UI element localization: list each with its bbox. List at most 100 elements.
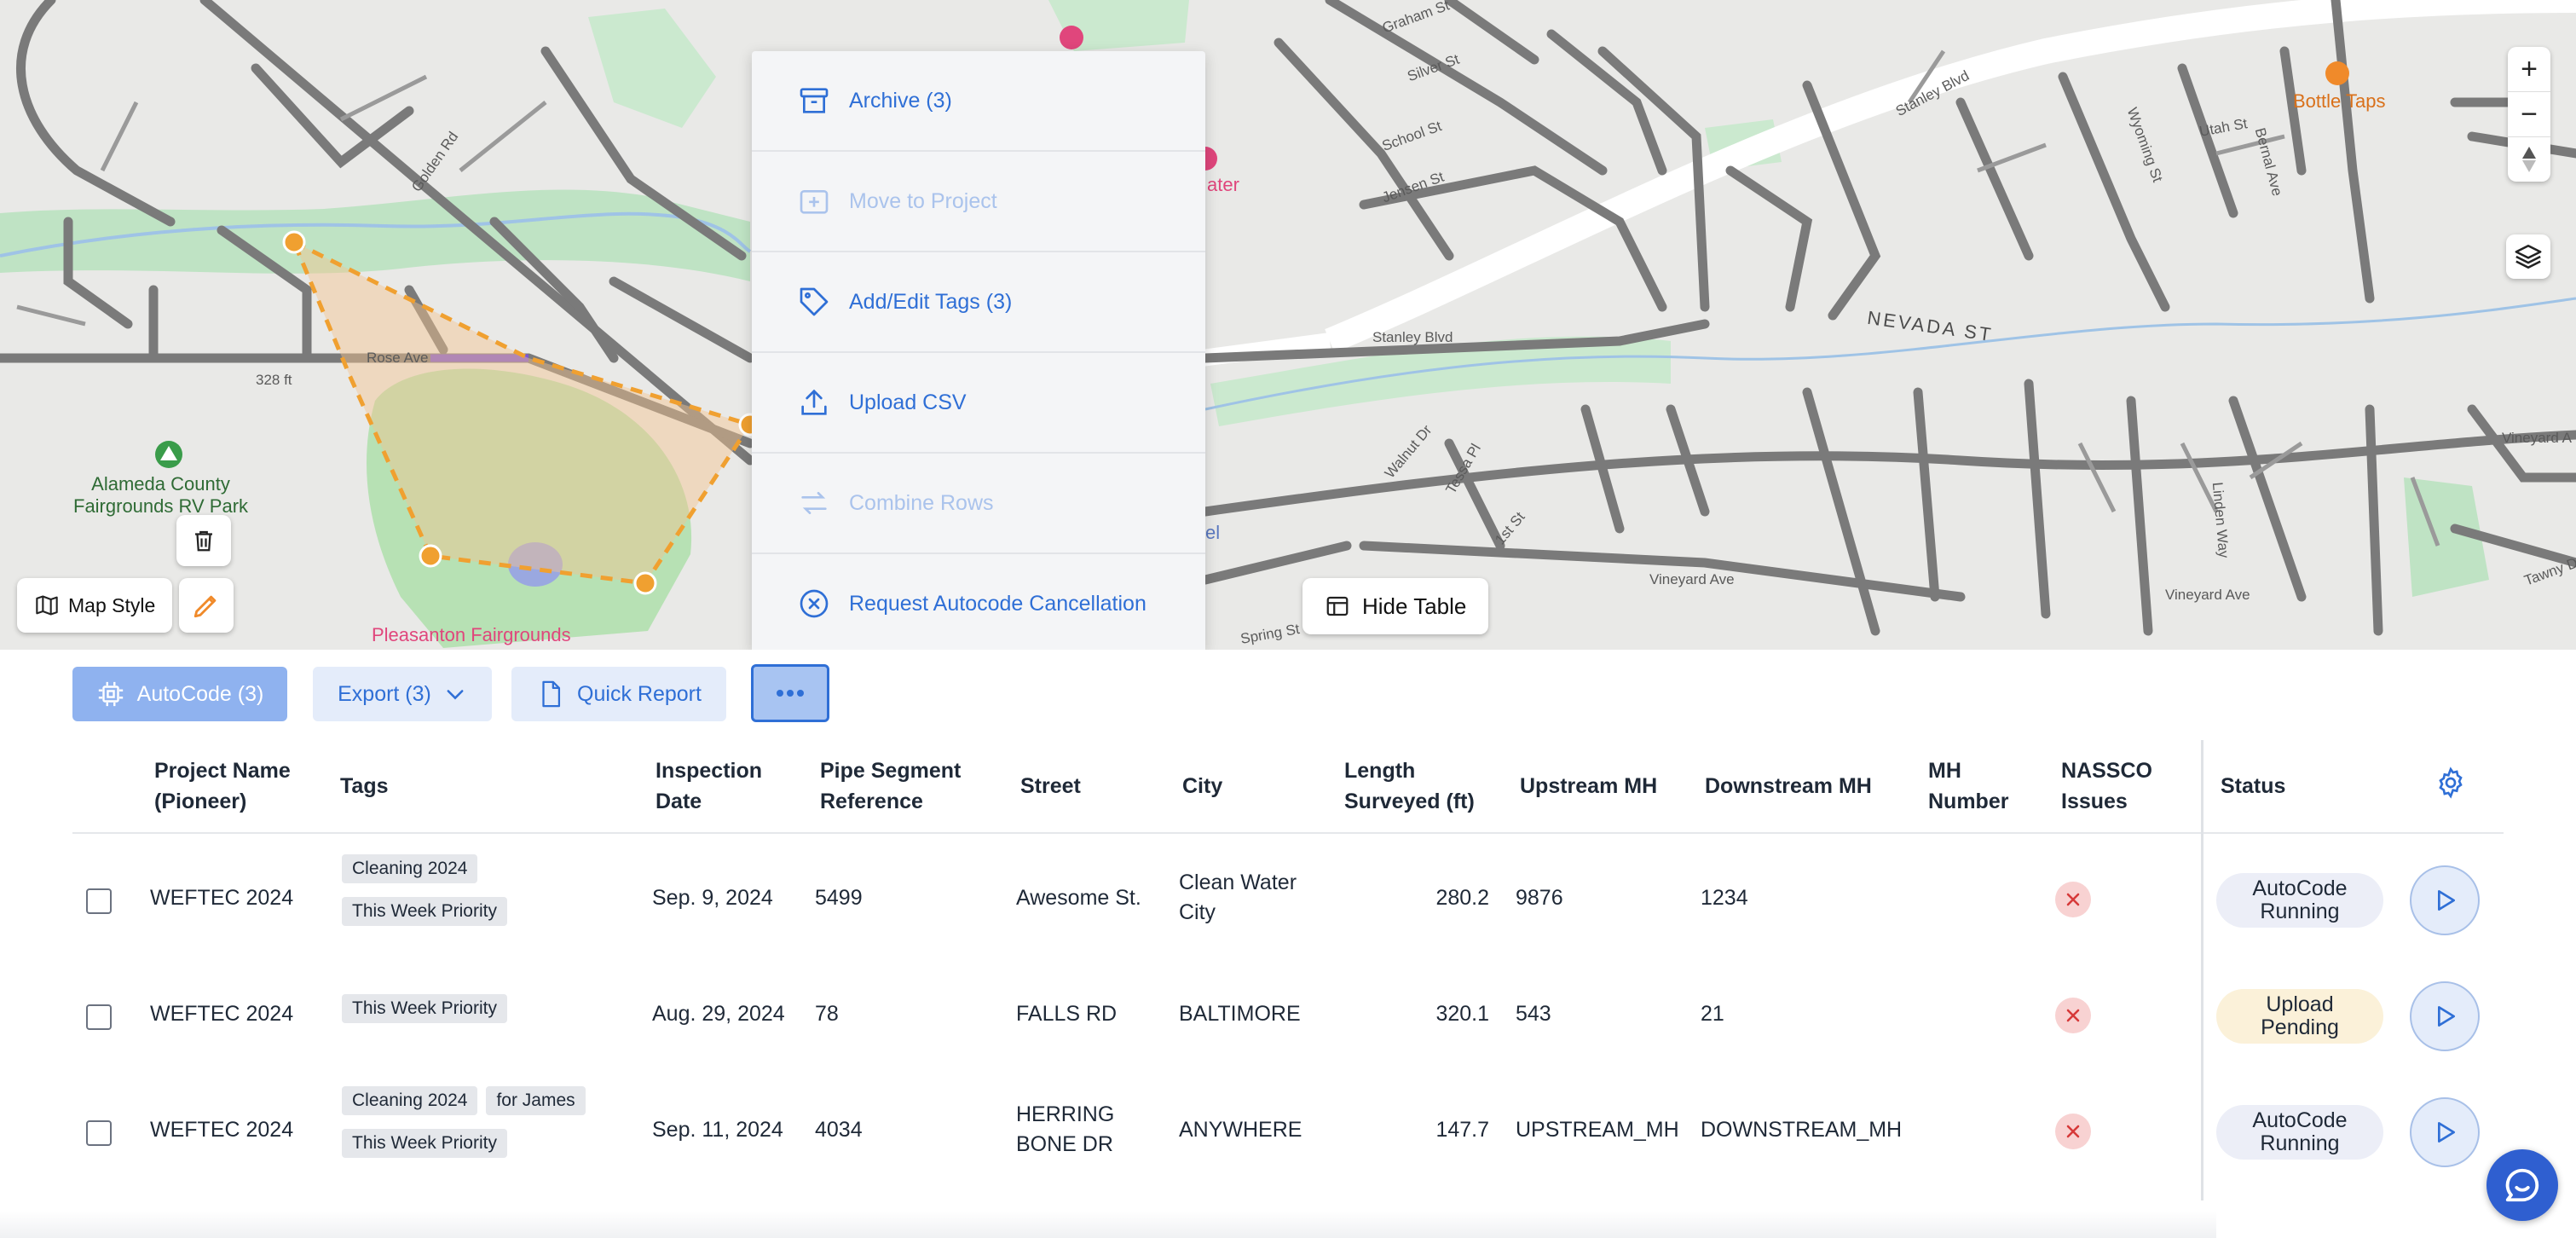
menu-item-combine-rows-label: Combine Rows <box>849 490 994 515</box>
header-status[interactable]: Status <box>2221 771 2285 801</box>
chevron-down-icon <box>447 690 464 700</box>
cell-inspection-date: Sep. 11, 2024 <box>652 1118 783 1142</box>
document-icon <box>542 680 561 708</box>
play-button[interactable] <box>2410 1097 2480 1167</box>
menu-item-edit-tags[interactable]: Add/Edit Tags (3) <box>752 252 1205 353</box>
table-icon <box>1326 596 1349 616</box>
play-icon <box>2438 1122 2455 1143</box>
compass-button[interactable] <box>2508 137 2550 182</box>
tag-chip[interactable]: Cleaning 2024 <box>342 854 478 883</box>
cell-street: HERRING BONE DR <box>1016 1102 1115 1156</box>
autocode-button[interactable]: AutoCode (3) <box>72 667 287 721</box>
export-button[interactable]: Export (3) <box>313 667 492 721</box>
header-mh-number[interactable]: MH Number <box>1928 755 2008 817</box>
cell-street: FALLS RD <box>1016 1002 1118 1026</box>
map-label-elevation: 328 ft <box>256 372 292 388</box>
more-actions-button[interactable] <box>751 664 829 722</box>
layers-button[interactable] <box>2506 234 2550 279</box>
tag-chip[interactable]: Cleaning 2024 <box>342 1086 478 1115</box>
map-label-alameda-park: Alameda County Fairgrounds RV Park <box>73 473 249 517</box>
cell-pipe-ref: 5499 <box>815 886 863 910</box>
map-style-button[interactable]: Map Style <box>17 578 173 633</box>
quick-report-button[interactable]: Quick Report <box>511 667 726 721</box>
cell-downstream-mh: 21 <box>1701 1002 1724 1026</box>
map-icon <box>36 595 58 616</box>
header-inspection-date[interactable]: Inspection Date <box>656 755 762 817</box>
tag-chip[interactable]: This Week Priority <box>342 994 507 1023</box>
map-label-vineyard-ave-1: Vineyard Ave <box>1649 571 1735 587</box>
chat-bubble-icon <box>2505 1168 2539 1202</box>
nassco-issue-icon[interactable] <box>2055 1114 2091 1149</box>
map-style-label: Map Style <box>68 593 156 616</box>
menu-item-combine-rows[interactable]: Combine Rows <box>752 454 1205 554</box>
header-tags[interactable]: Tags <box>340 771 389 801</box>
x-icon <box>2066 1009 2080 1022</box>
cell-upstream-mh: 543 <box>1516 1002 1551 1026</box>
draw-polygon-button[interactable] <box>179 578 234 633</box>
layers-icon <box>2515 244 2542 269</box>
tag-icon <box>796 284 832 320</box>
pen-tool-icon <box>193 595 217 618</box>
delete-shape-button[interactable] <box>176 515 231 566</box>
cell-city: Clean Water City <box>1179 871 1297 924</box>
nassco-issue-icon[interactable] <box>2055 998 2091 1033</box>
menu-item-edit-tags-label: Add/Edit Tags (3) <box>849 289 1013 314</box>
map-label-el: el <box>1205 522 1221 543</box>
upload-icon <box>796 385 832 420</box>
cell-tags: This Week Priority <box>342 994 649 1037</box>
header-street[interactable]: Street <box>1020 771 1081 801</box>
zoom-out-button[interactable]: − <box>2508 92 2550 137</box>
archive-icon <box>796 83 832 119</box>
play-button[interactable] <box>2410 865 2480 935</box>
header-pipe-segment-reference[interactable]: Pipe Segment Reference <box>820 755 961 817</box>
table-row[interactable]: WEFTEC 2024 Cleaning 2024 This Week Prio… <box>72 842 2504 958</box>
menu-item-archive[interactable]: Archive (3) <box>752 51 1205 152</box>
play-icon <box>2438 890 2455 911</box>
header-city[interactable]: City <box>1182 771 1222 801</box>
header-length-surveyed[interactable]: Length Surveyed (ft) <box>1344 755 1475 817</box>
tag-chip[interactable]: This Week Priority <box>342 1129 507 1158</box>
cell-inspection-date: Sep. 9, 2024 <box>652 886 773 910</box>
cell-length: 147.7 <box>1435 1118 1489 1142</box>
map-label-vineyard-ave-3: Vineyard A <box>2502 430 2572 446</box>
row-checkbox[interactable] <box>86 1004 112 1030</box>
compass-icon <box>2522 147 2536 172</box>
header-project-name[interactable]: Project Name (Pioneer) <box>154 755 291 817</box>
menu-item-upload-csv-label: Upload CSV <box>849 390 967 414</box>
zoom-in-button[interactable]: + <box>2508 47 2550 92</box>
cell-city: BALTIMORE <box>1179 1002 1301 1026</box>
status-badge: AutoCode Running <box>2216 1105 2383 1160</box>
header-nassco-issues[interactable]: NASSCO Issues <box>2061 755 2152 817</box>
chat-support-button[interactable] <box>2486 1149 2558 1221</box>
combine-icon <box>796 485 832 521</box>
menu-item-upload-csv[interactable]: Upload CSV <box>752 353 1205 454</box>
hide-table-button[interactable]: Hide Table <box>1302 578 1489 634</box>
header-downstream-mh[interactable]: Downstream MH <box>1705 771 1872 801</box>
nassco-issue-icon[interactable] <box>2055 882 2091 917</box>
menu-item-request-autocode-cancellation[interactable]: Request Autocode Cancellation <box>752 554 1205 650</box>
folder-plus-icon <box>796 183 832 219</box>
x-icon <box>2066 1125 2080 1138</box>
zoom-controls: + − <box>2508 47 2550 182</box>
trash-icon <box>195 530 212 552</box>
hide-table-label: Hide Table <box>1362 593 1467 619</box>
chip-icon <box>98 681 123 707</box>
map-label-rose-ave: Rose Ave <box>367 350 429 366</box>
cell-pipe-ref: 4034 <box>815 1118 863 1142</box>
play-button[interactable] <box>2410 981 2480 1051</box>
table-row[interactable]: WEFTEC 2024 Cleaning 2024 for James This … <box>72 1074 2504 1190</box>
column-settings-button[interactable] <box>2434 766 2468 804</box>
cell-downstream-mh: 1234 <box>1701 886 1748 910</box>
cell-inspection-date: Aug. 29, 2024 <box>652 1002 785 1026</box>
menu-item-move-to-project[interactable]: Move to Project <box>752 152 1205 252</box>
map-view[interactable]: Rose Ave 328 ft Stanley Blvd Stanley Blv… <box>0 0 2576 650</box>
menu-item-archive-label: Archive (3) <box>849 88 952 113</box>
tag-chip[interactable]: This Week Priority <box>342 897 507 926</box>
row-checkbox[interactable] <box>86 888 112 914</box>
tag-chip[interactable]: for James <box>486 1086 586 1115</box>
header-upstream-mh[interactable]: Upstream MH <box>1520 771 1657 801</box>
table-row[interactable]: WEFTEC 2024 This Week Priority Aug. 29, … <box>72 958 2504 1074</box>
row-checkbox[interactable] <box>86 1120 112 1146</box>
cell-length: 280.2 <box>1435 886 1489 910</box>
cell-upstream-mh: 9876 <box>1516 886 1563 910</box>
